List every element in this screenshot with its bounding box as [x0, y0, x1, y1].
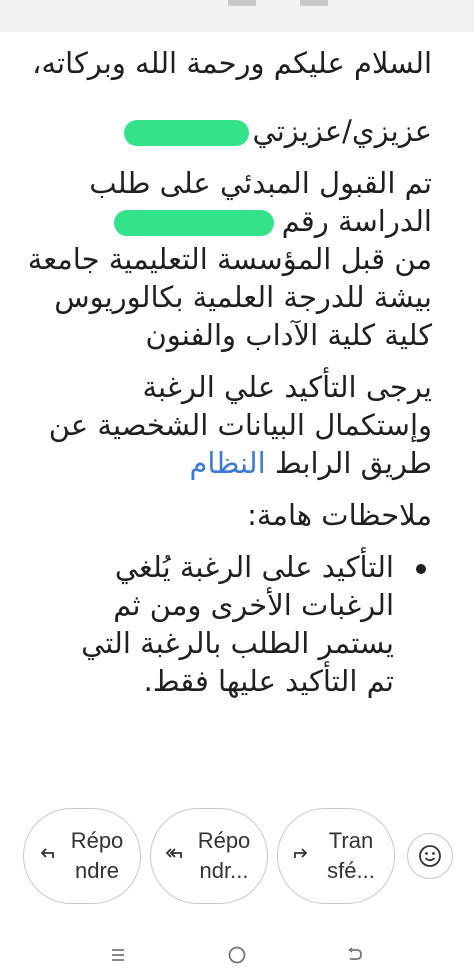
- redacted-name: [123, 120, 249, 146]
- back-icon: [348, 947, 362, 960]
- forward-button[interactable]: Tran sfé...: [277, 808, 395, 904]
- confirm-line-link: طريق الرابط النظام: [30, 444, 432, 482]
- body-line: كلية كلية الآداب والفنون: [145, 318, 432, 352]
- body-line: من قبل المؤسسة التعليمية جامعة: [27, 242, 432, 276]
- body-line-ref: الدراسة رقم: [30, 202, 432, 240]
- body-line: تم القبول المبدئي على طلب: [89, 166, 432, 200]
- reply-label-1: Répo: [70, 828, 124, 853]
- bullet-icon: [416, 564, 426, 574]
- reply-all-button[interactable]: Répo ndr...: [150, 808, 268, 904]
- forward-label-1: Tran: [328, 828, 374, 853]
- reply-label-2: ndre: [74, 858, 120, 883]
- note-item: التأكيد على الرغبة يُلغي الرغبات الأخرى …: [30, 548, 426, 700]
- confirm-line: يرجى التأكيد علي الرغبة: [142, 370, 432, 404]
- reply-all-icon: [163, 843, 185, 869]
- body-line: الدراسة رقم: [281, 204, 432, 238]
- greeting: السلام عليكم ورحمة الله وبركاته،: [32, 46, 432, 80]
- confirm-line: وإستكمال البيانات الشخصية عن: [48, 408, 432, 442]
- reply-all-label-1: Répo: [197, 828, 251, 853]
- notes-title: ملاحظات هامة:: [247, 498, 432, 532]
- back-button[interactable]: [340, 940, 370, 970]
- emoji-button[interactable]: [407, 833, 453, 879]
- status-mark-right: [300, 0, 328, 6]
- confirm-line: طريق الرابط: [274, 446, 432, 480]
- system-link[interactable]: النظام: [189, 446, 265, 480]
- forward-icon: [290, 843, 312, 869]
- recents-icon: [112, 949, 124, 961]
- reply-icon: [36, 843, 58, 869]
- body-line: بيشة للدرجة العلمية بكالوريوس: [54, 280, 432, 314]
- note-line: يستمر الطلب بالرغبة التي: [81, 626, 394, 660]
- recents-button[interactable]: [103, 940, 133, 970]
- reply-actions-bar: Répo ndre Répo ndr... Tran sfé...: [0, 796, 474, 916]
- redacted-reference: [113, 210, 274, 236]
- system-nav-bar: [0, 930, 474, 979]
- note-line: التأكيد على الرغبة يُلغي: [114, 550, 394, 584]
- status-mark-left: [228, 0, 256, 6]
- home-icon: [228, 946, 246, 964]
- email-body: السلام عليكم ورحمة الله وبركاته، عزيزي/ع…: [27, 44, 432, 700]
- forward-label-2: sfé...: [327, 858, 375, 883]
- note-line: تم التأكيد عليها فقط.: [143, 664, 394, 698]
- home-button[interactable]: [222, 940, 252, 970]
- salutation-line: عزيزي/عزيزتي: [30, 112, 432, 150]
- status-bar: [0, 0, 474, 32]
- note-line: الرغبات الأخرى ومن ثم: [113, 588, 394, 622]
- reply-button[interactable]: Répo ndre: [23, 808, 141, 904]
- emoji-icon: [419, 845, 441, 867]
- salutation: عزيزي/عزيزتي: [252, 114, 432, 148]
- notes-list: التأكيد على الرغبة يُلغي الرغبات الأخرى …: [30, 548, 432, 700]
- reply-all-label-2: ndr...: [199, 858, 249, 883]
